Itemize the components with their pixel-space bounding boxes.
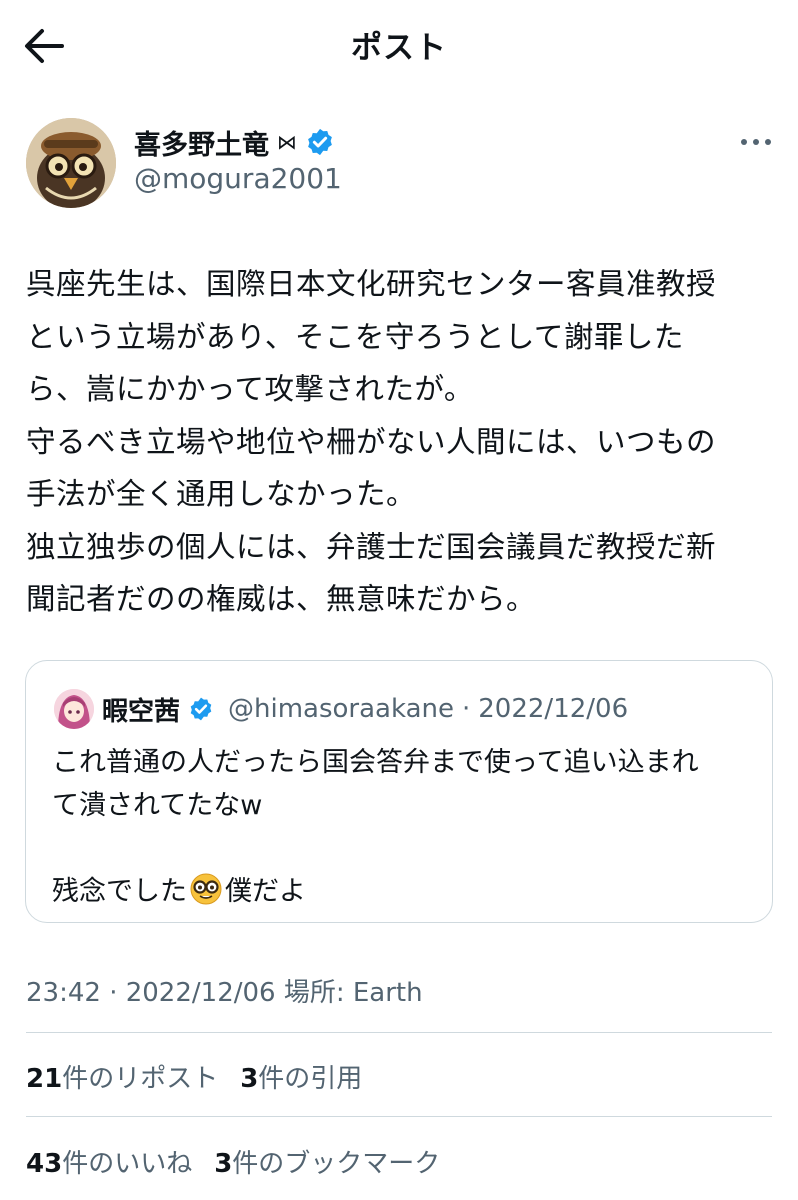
quoted-post-text: これ普通の人だったら国会答弁まで使って追い込まれ て潰されてたなw 残念でした …: [52, 741, 752, 913]
verified-badge-icon: [190, 697, 212, 721]
quoted-line: これ普通の人だったら国会答弁まで使って追い込まれ: [52, 747, 699, 778]
post-line: 聞記者だのの権威は、無意味だから。: [26, 582, 537, 616]
quoted-handle: @himasoraakane: [228, 694, 454, 724]
likes-label: 件のいいね: [62, 1149, 193, 1179]
quoted-author-avatar[interactable]: [54, 689, 94, 729]
quotes-stat[interactable]: 3件の引用: [240, 1058, 362, 1095]
bookmarks-stat[interactable]: 3件のブックマーク: [214, 1143, 440, 1180]
quoted-date: 2022/12/06: [478, 694, 629, 724]
quoted-display-name: 暇空茜: [102, 696, 181, 727]
post-line: 守るべき立場や地位や柵がない人間には、いつもの: [26, 424, 717, 459]
post-meta-timestamp[interactable]: 23:42 · 2022/12/06 場所: Earth: [26, 972, 423, 1009]
divider: [26, 1116, 772, 1117]
stats-row-reposts: 21件のリポスト 3件の引用: [26, 1058, 362, 1095]
quoted-line: 残念でした 僕だよ: [52, 870, 752, 913]
verified-badge-icon: [308, 128, 332, 156]
reposts-count: 21: [26, 1064, 63, 1094]
reposts-stat[interactable]: 21件のリポスト: [26, 1058, 218, 1095]
post-line: 呉座先生は、国際日本文化研究センター客員准教授: [26, 267, 717, 301]
likes-stat[interactable]: 43件のいいね: [26, 1143, 192, 1180]
post-line: ら、嵩にかかって攻撃されたが。: [26, 372, 474, 406]
nerd-face-icon: [190, 873, 222, 905]
quoted-line-after-emoji: 僕だよ: [225, 876, 306, 907]
bookmarks-label: 件のブックマーク: [232, 1149, 441, 1179]
quoted-separator: ·: [462, 694, 471, 724]
post-line: 手法が全く通用しなかった。: [26, 477, 417, 511]
post-text: 呉座先生は、国際日本文化研究センター客員准教授 という立場があり、そこを守ろうと…: [26, 258, 786, 626]
page-title: ポスト: [351, 30, 447, 66]
quoted-line: て潰されてたなw: [52, 790, 263, 821]
author-handle[interactable]: @mogura2001: [134, 162, 342, 195]
quoted-post-header: 暇空茜 @himasoraakane · 2022/12/06: [102, 689, 628, 729]
quoted-line-before-emoji: 残念でした: [52, 876, 187, 907]
bowtie-badge: ⋈: [277, 130, 297, 154]
top-bar: ポスト: [0, 0, 798, 92]
author-name-row: 喜多野土竜 ⋈: [134, 122, 335, 162]
post-line: という立場があり、そこを守ろうとして謝罪した: [26, 319, 684, 354]
author-avatar[interactable]: [26, 118, 116, 208]
author-display-name[interactable]: 喜多野土竜: [134, 123, 269, 162]
quoted-blank-line: [52, 827, 752, 870]
quotes-label: 件の引用: [258, 1064, 363, 1094]
quoted-post-card[interactable]: 暇空茜 @himasoraakane · 2022/12/06 これ普通の人だっ…: [25, 660, 773, 923]
post-line: 独立独歩の個人には、弁護士だ国会議員だ教授だ新: [26, 529, 717, 564]
quotes-count: 3: [240, 1064, 259, 1094]
anime-avatar-icon: [54, 689, 94, 729]
stats-row-likes: 43件のいいね 3件のブックマーク: [26, 1143, 440, 1180]
divider: [26, 1032, 772, 1033]
reposts-label: 件のリポスト: [62, 1064, 219, 1094]
bookmarks-count: 3: [214, 1149, 233, 1179]
more-options-icon[interactable]: [738, 128, 774, 156]
mole-avatar-icon: [26, 118, 116, 208]
likes-count: 43: [26, 1149, 63, 1179]
